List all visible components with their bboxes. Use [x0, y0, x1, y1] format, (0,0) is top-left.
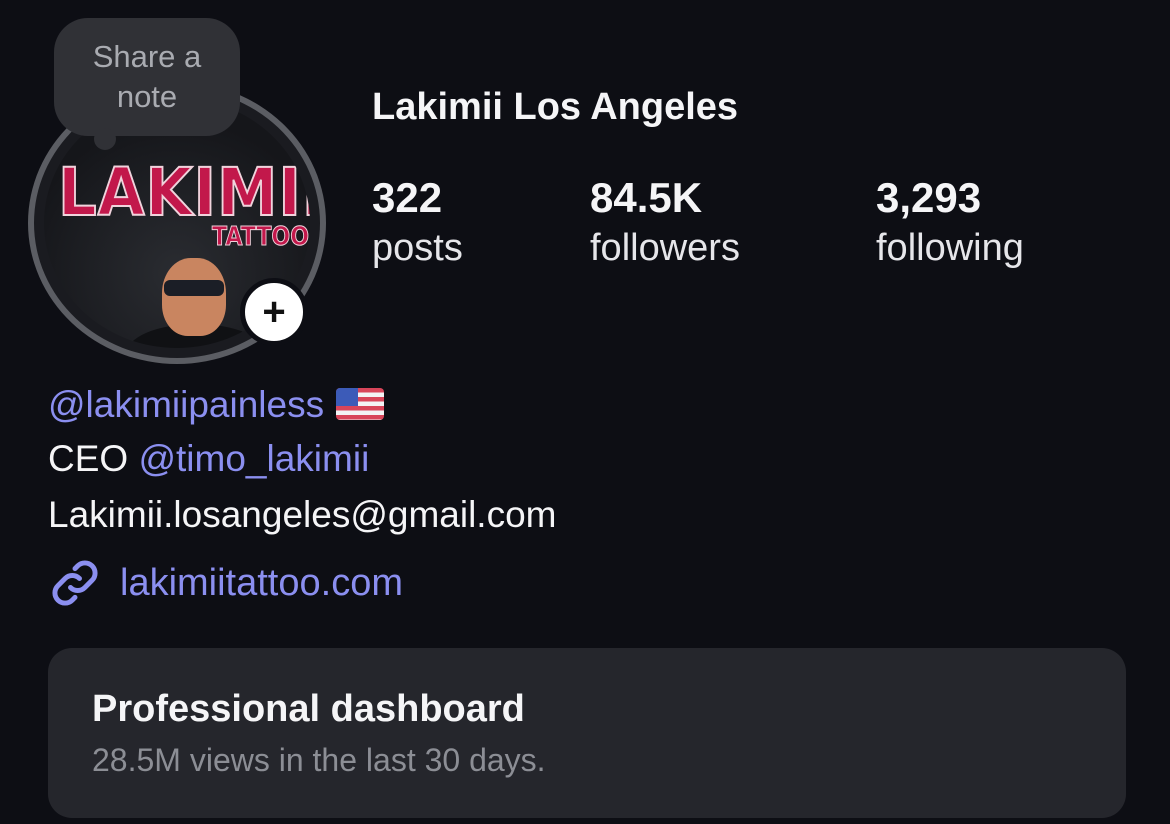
- add-story-button[interactable]: +: [240, 278, 308, 346]
- share-note-line2: note: [116, 79, 178, 114]
- avatar-logo-sub: TATTOO: [212, 222, 310, 253]
- followers-label: followers: [590, 227, 740, 269]
- bio-email: Lakimii.losangeles@gmail.com: [48, 494, 557, 535]
- posts-count: 322: [372, 174, 443, 221]
- profile-header: LAKIMII TATTOO + Share a note Lakimii Lo…: [0, 0, 1170, 824]
- dashboard-subtitle: 28.5M views in the last 30 days.: [92, 742, 546, 778]
- share-note-bubble[interactable]: Share a note: [54, 18, 240, 150]
- website-link-text: lakimiitattoo.com: [120, 561, 403, 604]
- dashboard-title: Professional dashboard: [92, 688, 525, 730]
- posts-label: posts: [372, 227, 463, 269]
- following-count: 3,293: [876, 174, 982, 221]
- professional-dashboard-card[interactable]: Professional dashboard 28.5M views in th…: [48, 648, 1126, 818]
- ceo-prefix: CEO: [48, 438, 129, 479]
- threads-handle-link[interactable]: @lakimiipainless: [48, 384, 324, 425]
- followers-count: 84.5K: [590, 174, 703, 221]
- stat-followers[interactable]: 84.5K followers: [590, 172, 740, 272]
- share-note-line1: Share a: [92, 39, 202, 74]
- plus-icon: +: [262, 290, 286, 334]
- bio-ceo-line: CEO @timo_lakimii: [48, 436, 369, 482]
- link-icon: [52, 560, 98, 606]
- bio-handle-line: @lakimiipainless: [48, 382, 385, 428]
- avatar-logo-text: LAKIMII: [57, 154, 310, 231]
- following-label: following: [876, 227, 1024, 269]
- us-flag-icon: [336, 388, 385, 421]
- ceo-mention-link[interactable]: @timo_lakimii: [138, 438, 369, 479]
- website-link[interactable]: lakimiitattoo.com: [48, 556, 403, 610]
- avatar-person-head: [162, 258, 226, 336]
- profile-name: Lakimii Los Angeles: [372, 86, 739, 128]
- avatar-person-glasses: [164, 280, 224, 296]
- stat-following[interactable]: 3,293 following: [876, 172, 1024, 272]
- stat-posts[interactable]: 322 posts: [372, 172, 463, 272]
